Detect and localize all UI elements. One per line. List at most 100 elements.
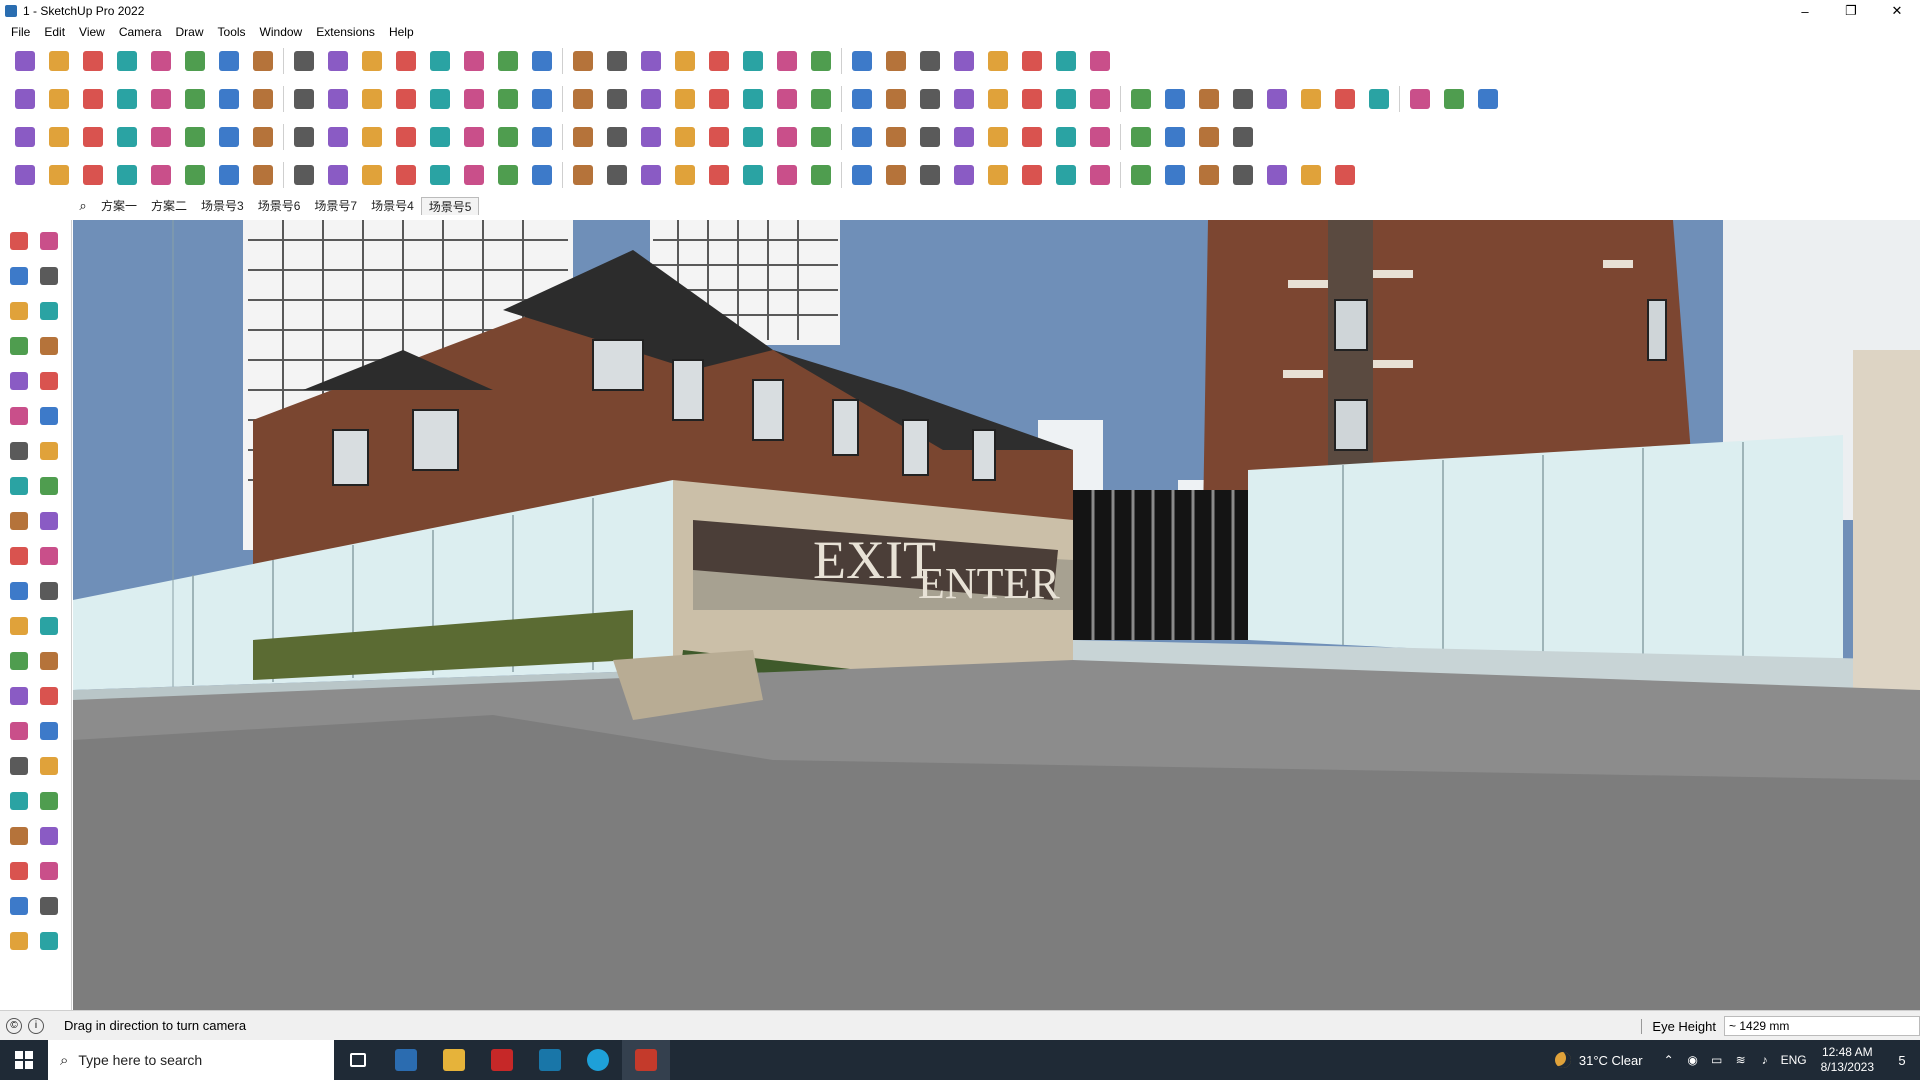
rotate-button[interactable] [323, 47, 353, 75]
texture-button[interactable] [425, 85, 455, 113]
line-button[interactable] [112, 47, 142, 75]
orbit-button[interactable] [493, 47, 523, 75]
zoom-extents-tool-button[interactable] [6, 788, 32, 814]
lasso-button[interactable] [636, 123, 666, 151]
notifications-button[interactable]: 5 [1884, 1040, 1920, 1080]
circle-tool-button[interactable] [6, 403, 32, 429]
sweep-button[interactable] [323, 161, 353, 189]
scissor-button[interactable] [112, 161, 142, 189]
file-explorer-app[interactable] [430, 1040, 478, 1080]
fin-button[interactable] [1262, 161, 1292, 189]
orbit-tool-button[interactable] [6, 718, 32, 744]
taskbar-search[interactable]: ⌕ Type here to search [48, 1040, 334, 1080]
lattice-button[interactable] [915, 161, 945, 189]
twist2-button[interactable] [1160, 161, 1190, 189]
wedge2-button[interactable] [847, 161, 877, 189]
scene-tab[interactable]: 场景号7 [307, 197, 364, 215]
home-button[interactable] [670, 85, 700, 113]
measurements-value[interactable]: ~ 1429 mm [1724, 1016, 1920, 1036]
shape-button[interactable] [1126, 85, 1156, 113]
cross-button[interactable] [459, 123, 489, 151]
right-button[interactable] [112, 85, 142, 113]
rotate-tool-button[interactable] [6, 543, 32, 569]
smoothing-button[interactable] [949, 47, 979, 75]
edge-app[interactable] [574, 1040, 622, 1080]
sketchup-active-app[interactable] [622, 1040, 670, 1080]
follow-me-tool-button[interactable] [36, 543, 62, 569]
section-cuts-tool-button[interactable] [6, 928, 32, 954]
close-button[interactable]: ✕ [1874, 0, 1920, 22]
freehand-tool-button[interactable] [36, 333, 62, 359]
scene-tab[interactable]: 场景号6 [251, 197, 308, 215]
scene-tab[interactable]: 方案二 [144, 197, 194, 215]
select2-button[interactable] [670, 123, 700, 151]
path-button[interactable] [44, 161, 74, 189]
puzzle-button[interactable] [738, 123, 768, 151]
section-plane-tool-button[interactable] [6, 893, 32, 919]
model-viewport[interactable]: EXIT ENTER [73, 220, 1920, 1010]
rectangle-button[interactable] [180, 47, 210, 75]
fill2-button[interactable] [568, 123, 598, 151]
grid5-button[interactable] [1085, 161, 1115, 189]
curve3-button[interactable] [983, 161, 1013, 189]
paint-button[interactable] [459, 47, 489, 75]
zoom-window-button[interactable] [602, 47, 632, 75]
section-plane-button[interactable] [670, 47, 700, 75]
move2-button[interactable] [704, 123, 734, 151]
profile-button[interactable] [10, 161, 40, 189]
clock[interactable]: 12:48 AM 8/13/2023 [1821, 1045, 1874, 1075]
sphere-button[interactable] [636, 161, 666, 189]
plane-button[interactable] [10, 123, 40, 151]
scene-tab[interactable]: 方案一 [94, 197, 144, 215]
spline-button[interactable] [391, 123, 421, 151]
credit-icon[interactable]: © [6, 1017, 22, 1034]
arc3-tool-button[interactable] [36, 438, 62, 464]
component-button[interactable] [806, 47, 836, 75]
bend2-button[interactable] [357, 123, 387, 151]
tape-measure-tool-button[interactable] [6, 613, 32, 639]
dimension-tool-button[interactable] [36, 613, 62, 639]
eraser-tool-button[interactable] [36, 263, 62, 289]
prism3-button[interactable] [112, 123, 142, 151]
arc-tool-button[interactable] [6, 438, 32, 464]
scene-tab-active[interactable]: 场景号5 [420, 197, 480, 215]
move-button[interactable] [289, 47, 319, 75]
zoom-window-tool-button[interactable] [36, 753, 62, 779]
autocad-app[interactable] [478, 1040, 526, 1080]
slope-button[interactable] [806, 161, 836, 189]
road-button[interactable] [78, 161, 108, 189]
tape-measure-button[interactable] [391, 47, 421, 75]
language-indicator[interactable]: ENG [1777, 1053, 1811, 1067]
fixtures-button[interactable] [738, 85, 768, 113]
angle-button[interactable] [425, 161, 455, 189]
ellipse-button[interactable] [949, 85, 979, 113]
wireframe-button[interactable] [323, 85, 353, 113]
zoom-extents-button[interactable] [10, 47, 40, 75]
pipe-button[interactable] [289, 123, 319, 151]
rotate3d-button[interactable] [1194, 85, 1224, 113]
panel-button[interactable] [1439, 85, 1469, 113]
menu-draw[interactable]: Draw [169, 25, 211, 39]
twist-button[interactable] [214, 161, 244, 189]
section-display-tool-button[interactable] [36, 893, 62, 919]
clip-button[interactable] [847, 123, 877, 151]
undo-button[interactable] [1017, 47, 1047, 75]
bars-button[interactable] [1126, 161, 1156, 189]
hand-button[interactable] [670, 161, 700, 189]
shaded-button[interactable] [391, 85, 421, 113]
menu-help[interactable]: Help [382, 25, 421, 39]
dome-button[interactable] [289, 161, 319, 189]
tube-button[interactable] [1194, 161, 1224, 189]
grid4-button[interactable] [1126, 123, 1156, 151]
scale-button[interactable] [357, 47, 387, 75]
mesh-button[interactable] [1051, 161, 1081, 189]
stair-button[interactable] [357, 161, 387, 189]
shell-button[interactable] [1228, 161, 1258, 189]
select-tool-button[interactable] [6, 228, 32, 254]
follow-me-button[interactable] [248, 47, 278, 75]
fan-button[interactable] [881, 161, 911, 189]
wedge-button[interactable] [1473, 85, 1503, 113]
brick-button[interactable] [1262, 85, 1292, 113]
roof-button[interactable] [636, 85, 666, 113]
slice-button[interactable] [146, 123, 176, 151]
